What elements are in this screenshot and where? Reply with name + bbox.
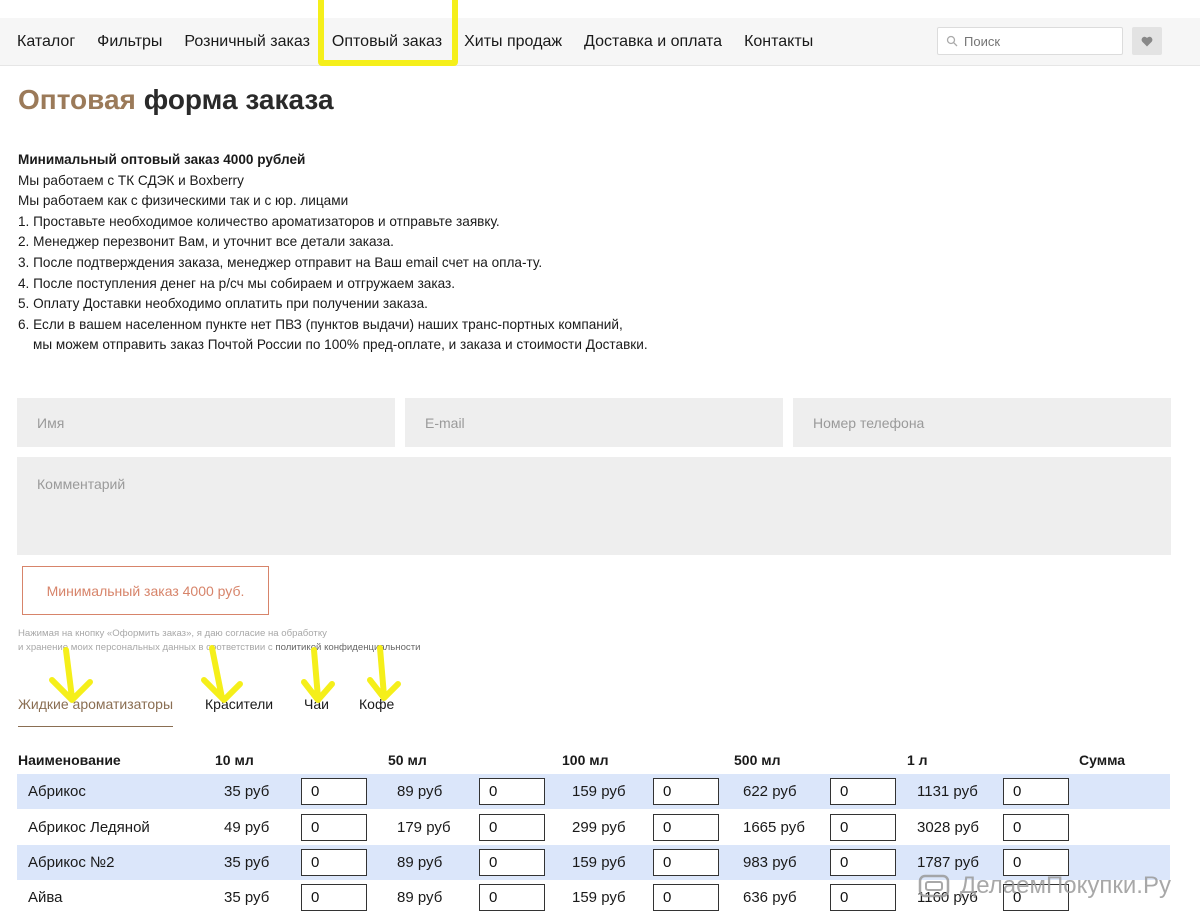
tab-liquid-flavors[interactable]: Жидкие ароматизаторы	[18, 696, 174, 727]
consent-line-text: и хранение моих персональных данных в со…	[18, 642, 273, 653]
tab-teas[interactable]: Чаи	[304, 696, 329, 712]
price-500ml: 1665 руб	[743, 819, 805, 836]
price-500ml: 622 руб	[743, 783, 797, 800]
price-100ml: 299 руб	[572, 819, 626, 836]
annotation-arrow	[201, 645, 243, 703]
favorites-button[interactable]	[1132, 27, 1162, 55]
nav-item-delivery-payment[interactable]: Доставка и оплата	[584, 33, 722, 51]
product-name: Айва	[28, 889, 63, 906]
qty-input-10ml[interactable]	[301, 884, 367, 911]
watermark-text: ДелаемПокупки.Ру	[960, 872, 1171, 899]
qty-input-500ml[interactable]	[830, 814, 896, 841]
qty-input-500ml[interactable]	[830, 778, 896, 805]
page-title-rest: форма заказа	[143, 84, 334, 115]
qty-input-100ml[interactable]	[653, 778, 719, 805]
heart-icon	[1141, 36, 1153, 46]
nav-item-bestsellers[interactable]: Хиты продаж	[464, 33, 562, 51]
qty-input-100ml[interactable]	[653, 814, 719, 841]
comment-field[interactable]: Комментарий	[17, 457, 1171, 555]
qty-input-100ml[interactable]	[653, 884, 719, 911]
tab-coffee[interactable]: Кофе	[359, 696, 394, 712]
qty-input-1l[interactable]	[1003, 814, 1069, 841]
qty-input-10ml[interactable]	[301, 814, 367, 841]
qty-input-1l[interactable]	[1003, 778, 1069, 805]
nav-item-retail-order[interactable]: Розничный заказ	[184, 33, 310, 51]
price-10ml: 49 руб	[224, 819, 270, 836]
nav-item-wholesale-order[interactable]: Оптовый заказ	[332, 33, 442, 51]
qty-input-100ml[interactable]	[653, 849, 719, 876]
price-500ml: 636 руб	[743, 889, 797, 906]
col-header-1l: 1 л	[907, 752, 928, 768]
product-name: Абрикос Ледяной	[28, 819, 150, 836]
nav-item-catalog[interactable]: Каталог	[17, 33, 75, 51]
phone-field[interactable]: Номер телефона	[793, 398, 1171, 447]
price-10ml: 35 руб	[224, 783, 270, 800]
cart-icon	[918, 874, 950, 898]
info-line: 4. После поступления денег на р/сч мы со…	[18, 275, 456, 291]
qty-input-10ml[interactable]	[301, 849, 367, 876]
submit-order-button[interactable]: Минимальный заказ 4000 руб.	[22, 566, 269, 615]
table-row: Абрикос 35 руб 89 руб 159 руб 622 руб 11…	[17, 774, 1170, 809]
info-line: мы можем отправить заказ Почтой России п…	[33, 337, 648, 353]
tab-colorants[interactable]: Красители	[205, 696, 273, 712]
consent-line-2: и хранение моих персональных данных в со…	[18, 641, 420, 655]
info-line: 1. Проставьте необходимое количество аро…	[18, 213, 500, 229]
col-header-50ml: 50 мл	[388, 752, 427, 768]
product-name: Абрикос №2	[28, 854, 115, 871]
info-line: Мы работаем с ТК СДЭК и Boxberry	[18, 172, 244, 188]
table-row: Абрикос Ледяной 49 руб 179 руб 299 руб 1…	[17, 810, 1170, 845]
price-100ml: 159 руб	[572, 854, 626, 871]
price-1l: 1131 руб	[917, 783, 978, 800]
annotation-arrow	[49, 647, 93, 703]
watermark: ДелаемПокупки.Ру	[918, 866, 1171, 906]
consent-line: Нажимая на кнопку «Оформить заказ», я да…	[18, 628, 327, 639]
col-header-500ml: 500 мл	[734, 752, 781, 768]
price-50ml: 89 руб	[397, 783, 443, 800]
annotation-arrow	[367, 645, 401, 701]
name-field[interactable]: Имя	[17, 398, 395, 447]
qty-input-50ml[interactable]	[479, 884, 545, 911]
qty-input-50ml[interactable]	[479, 814, 545, 841]
min-order-text: Минимальный оптовый заказ 4000 рублей	[18, 152, 306, 167]
price-10ml: 35 руб	[224, 889, 270, 906]
qty-input-10ml[interactable]	[301, 778, 367, 805]
qty-input-500ml[interactable]	[830, 849, 896, 876]
col-header-10ml: 10 мл	[215, 752, 254, 768]
info-line: Мы работаем как с физическими так и с юр…	[18, 193, 349, 209]
info-line: 3. После подтверждения заказа, менеджер …	[18, 254, 543, 270]
nav-item-filters[interactable]: Фильтры	[97, 33, 162, 51]
nav-item-contacts[interactable]: Контакты	[744, 33, 813, 51]
search-box[interactable]	[937, 27, 1123, 55]
search-input[interactable]	[964, 33, 1114, 49]
main-nav: Каталог Фильтры Розничный заказ Оптовый …	[17, 18, 835, 66]
privacy-policy-link[interactable]: политикой конфиденциальности	[275, 642, 420, 653]
col-header-100ml: 100 мл	[562, 752, 609, 768]
info-line: 2. Менеджер перезвонит Вам, и уточнит вс…	[18, 234, 394, 250]
col-header-sum: Сумма	[1079, 752, 1126, 768]
price-100ml: 159 руб	[572, 889, 626, 906]
page-title: Оптовая форма заказа	[18, 84, 334, 116]
page-title-accent: Оптовая	[18, 84, 136, 115]
top-nav-bar: Каталог Фильтры Розничный заказ Оптовый …	[0, 18, 1200, 66]
price-500ml: 983 руб	[743, 854, 797, 871]
price-50ml: 89 руб	[397, 854, 443, 871]
qty-input-500ml[interactable]	[830, 884, 896, 911]
price-50ml: 89 руб	[397, 889, 443, 906]
qty-input-50ml[interactable]	[479, 849, 545, 876]
price-50ml: 179 руб	[397, 819, 451, 836]
email-field[interactable]: E-mail	[405, 398, 783, 447]
info-line: 6. Если в вашем населенном пункте нет ПВ…	[18, 316, 623, 332]
info-line: 5. Оплату Доставки необходимо оплатить п…	[18, 296, 428, 312]
search-icon	[946, 35, 958, 47]
qty-input-50ml[interactable]	[479, 778, 545, 805]
consent-text: Нажимая на кнопку «Оформить заказ», я да…	[18, 627, 420, 655]
order-info: Минимальный оптовый заказ 4000 рублей Мы…	[18, 150, 648, 356]
price-10ml: 35 руб	[224, 854, 270, 871]
col-header-name: Наименование	[18, 752, 121, 768]
price-1l: 3028 руб	[917, 819, 979, 836]
price-100ml: 159 руб	[572, 783, 626, 800]
product-name: Абрикос	[28, 783, 86, 800]
annotation-arrow	[301, 647, 335, 703]
